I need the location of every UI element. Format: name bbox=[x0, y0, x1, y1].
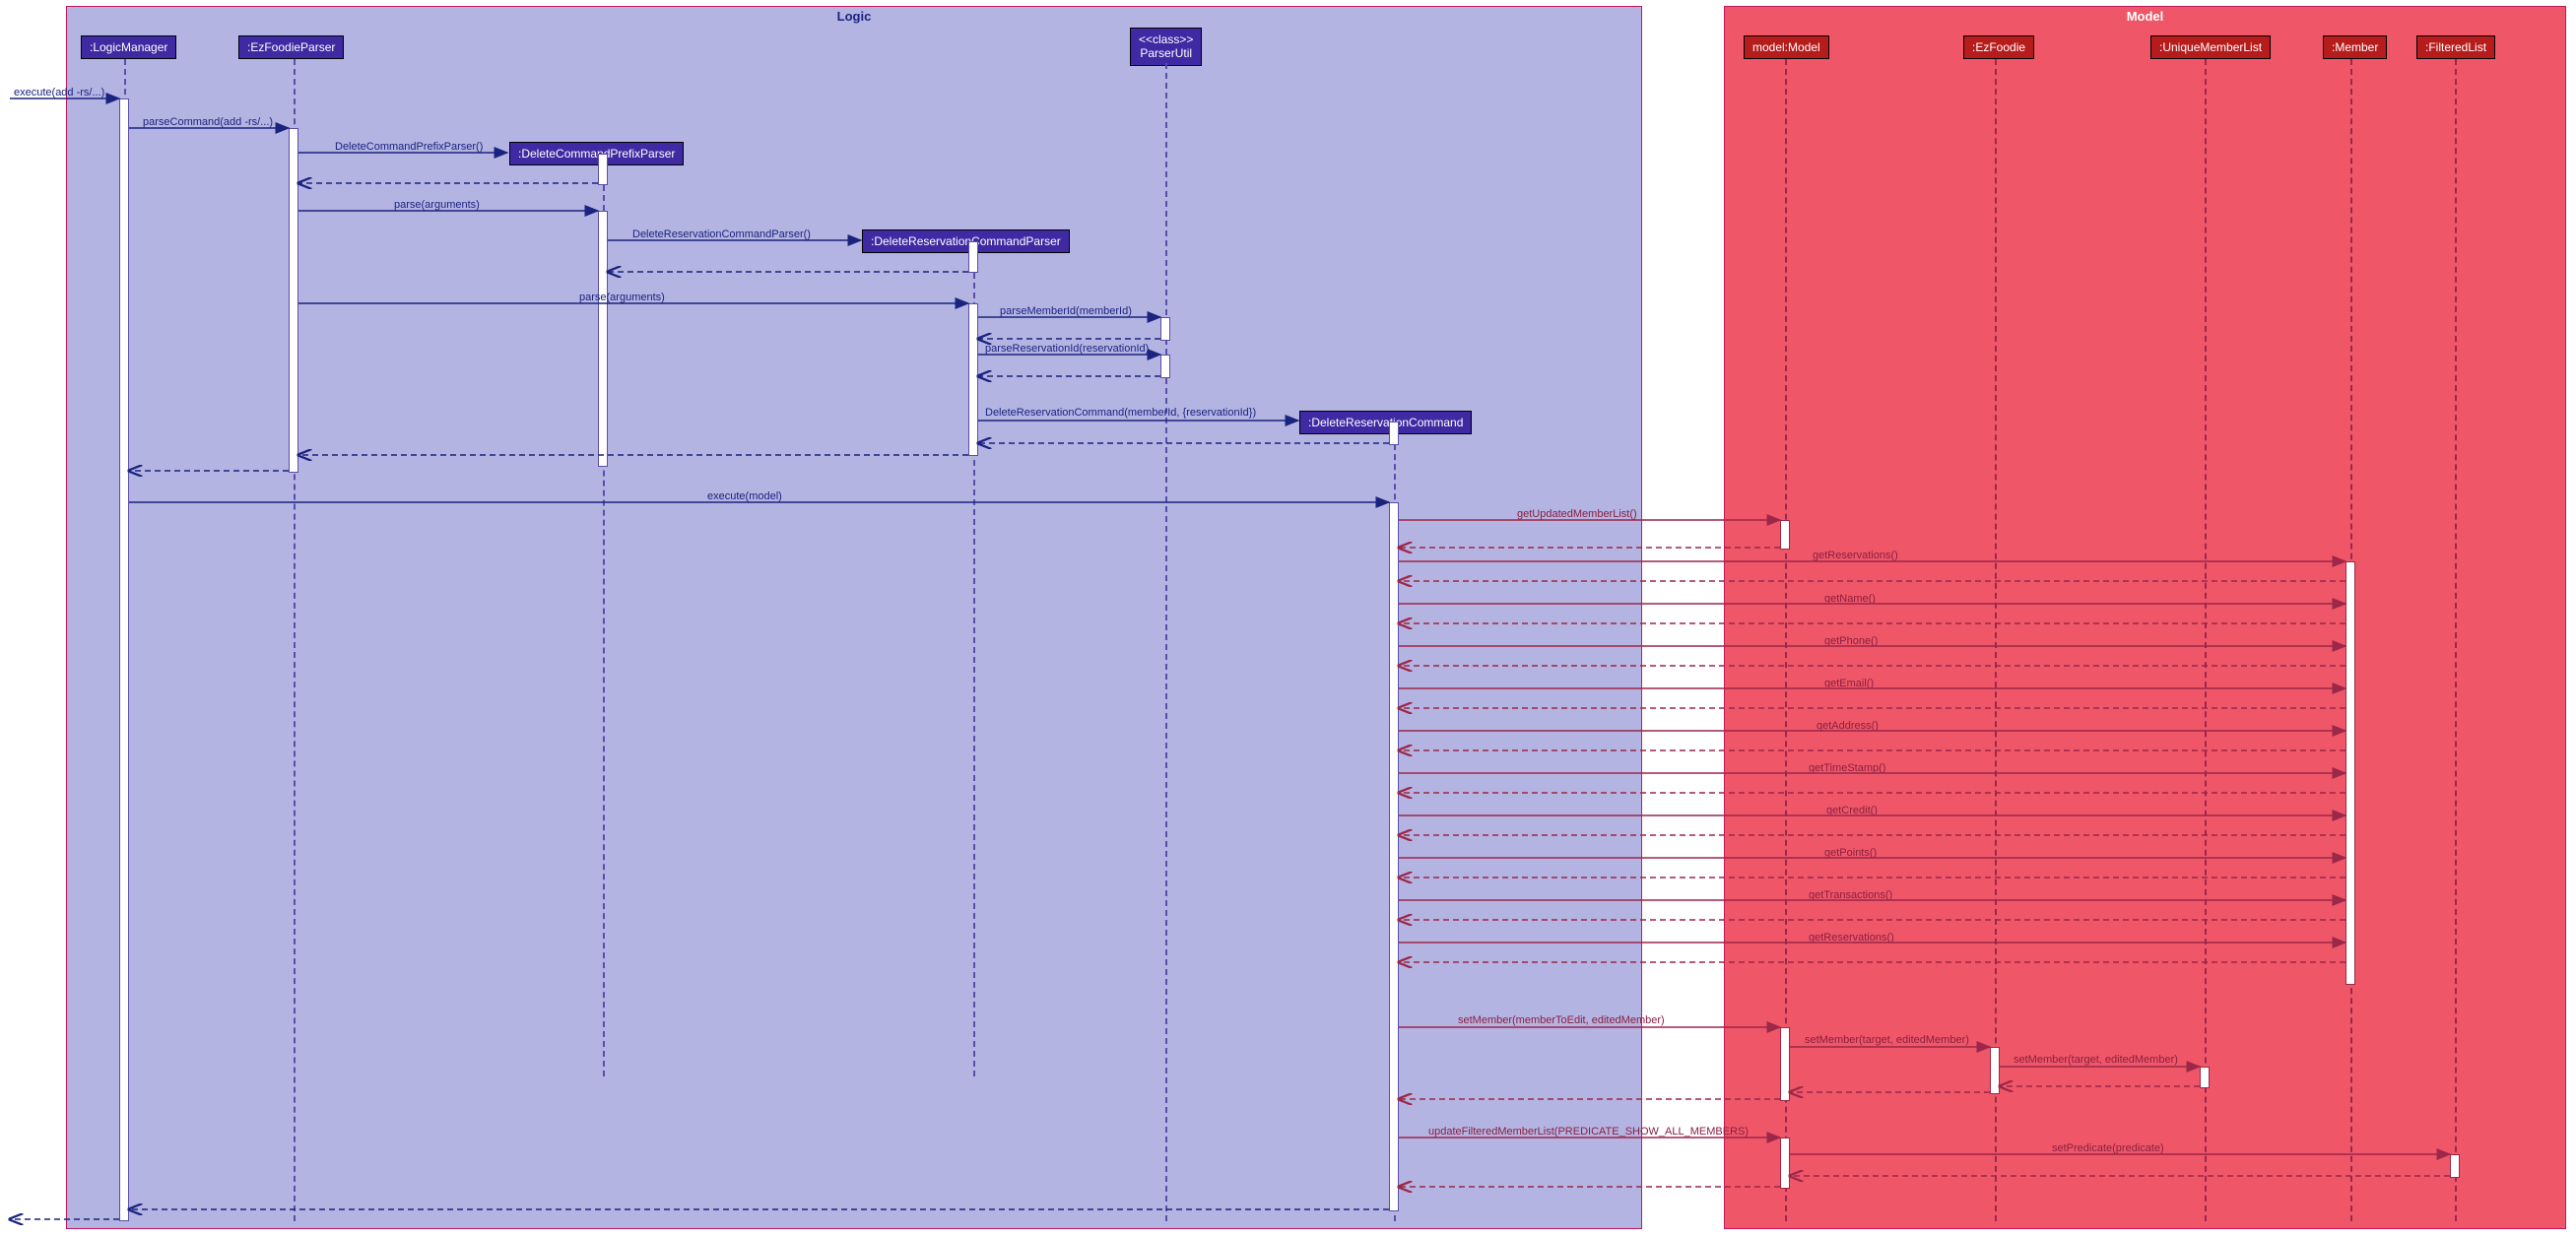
msg-delete-res-cmd: DeleteReservationCommand(memberId, {rese… bbox=[985, 407, 1256, 419]
msg-parse-reservation-id: parseReservationId(reservationId) bbox=[985, 343, 1149, 355]
activation-model-3 bbox=[1780, 1138, 1790, 1189]
msg-set-predicate: setPredicate(predicate) bbox=[2052, 1142, 2164, 1154]
activation-delete-res-cmd-parser-2 bbox=[968, 303, 978, 456]
participant-delete-cmd-prefix-parser: :DeleteCommandPrefixParser bbox=[509, 142, 684, 165]
msg-get-phone: getPhone() bbox=[1824, 635, 1878, 647]
lifeline-filtered-list bbox=[2455, 59, 2457, 1221]
participant-filtered-list: :FilteredList bbox=[2416, 35, 2495, 59]
participant-member: :Member bbox=[2323, 35, 2387, 59]
msg-get-updated-member-list: getUpdatedMemberList() bbox=[1517, 508, 1637, 520]
participant-ezfoodie: :EzFoodie bbox=[1963, 35, 2034, 59]
participant-unique-member-list: :UniqueMemberList bbox=[2150, 35, 2271, 59]
msg-update-filtered-member-list: updateFilteredMemberList(PREDICATE_SHOW_… bbox=[1428, 1126, 1749, 1138]
activation-delete-res-cmd-2 bbox=[1389, 502, 1399, 1211]
participant-model: model:Model bbox=[1744, 35, 1829, 59]
msg-get-name: getName() bbox=[1824, 593, 1876, 605]
msg-get-email: getEmail() bbox=[1824, 678, 1874, 689]
activation-parser-util-1 bbox=[1160, 317, 1170, 341]
activation-unique-member-list bbox=[2200, 1067, 2210, 1088]
msg-parse-member-id: parseMemberId(memberId) bbox=[1000, 305, 1132, 317]
frame-model-title: Model bbox=[2127, 9, 2164, 24]
activation-delete-res-cmd-parser-1 bbox=[968, 241, 978, 273]
participant-ezfoodie-parser: :EzFoodieParser bbox=[238, 35, 344, 59]
msg-set-member1: setMember(memberToEdit, editedMember) bbox=[1458, 1014, 1665, 1026]
activation-model-1 bbox=[1780, 520, 1790, 550]
participant-parser-util: <<class>> ParserUtil bbox=[1130, 28, 1202, 66]
msg-get-transactions: getTransactions() bbox=[1809, 889, 1892, 901]
activation-delete-cmd-prefix-parser-1 bbox=[598, 154, 608, 185]
msg-get-address: getAddress() bbox=[1816, 720, 1879, 732]
activation-filtered-list bbox=[2450, 1154, 2460, 1178]
msg-get-points: getPoints() bbox=[1824, 847, 1877, 859]
activation-delete-cmd-prefix-parser-2 bbox=[598, 211, 608, 467]
msg-execute1: execute(add -rs/...) bbox=[14, 87, 104, 98]
activation-ezfoodie bbox=[1990, 1047, 2000, 1094]
activation-logic-manager bbox=[119, 98, 129, 1221]
msg-set-member3: setMember(target, editedMember) bbox=[2014, 1054, 2178, 1066]
msg-parse-args1: parse(arguments) bbox=[394, 199, 480, 211]
frame-logic: Logic bbox=[66, 6, 1642, 1229]
msg-parse-command: parseCommand(add -rs/...) bbox=[143, 116, 273, 128]
msg-execute-model: execute(model) bbox=[707, 490, 782, 502]
msg-get-reservations1: getReservations() bbox=[1813, 550, 1898, 561]
msg-get-reservations2: getReservations() bbox=[1809, 932, 1894, 943]
participant-delete-res-cmd-parser: :DeleteReservationCommandParser bbox=[862, 229, 1070, 253]
sequence-diagram: Logic Model :LogicManager :EzFoodieParse… bbox=[0, 0, 2576, 1236]
lifeline-parser-util bbox=[1165, 63, 1167, 1221]
participant-parser-util-name: ParserUtil bbox=[1140, 46, 1192, 60]
activation-ezfoodie-parser bbox=[289, 128, 298, 473]
lifeline-unique-member-list bbox=[2205, 59, 2207, 1221]
participant-parser-util-stereo: <<class>> bbox=[1139, 33, 1193, 46]
msg-get-timestamp: getTimeStamp() bbox=[1809, 762, 1885, 774]
participant-logic-manager: :LogicManager bbox=[81, 35, 176, 59]
activation-parser-util-2 bbox=[1160, 355, 1170, 378]
frame-logic-title: Logic bbox=[837, 9, 872, 24]
msg-delete-cmd-prefix-parser: DeleteCommandPrefixParser() bbox=[335, 141, 483, 153]
msg-delete-res-cmd-parser: DeleteReservationCommandParser() bbox=[632, 228, 811, 240]
activation-model-2 bbox=[1780, 1027, 1790, 1101]
activation-delete-res-cmd-1 bbox=[1389, 422, 1399, 445]
msg-parse-args2: parse(arguments) bbox=[579, 292, 665, 303]
participant-delete-res-cmd: :DeleteReservationCommand bbox=[1299, 411, 1472, 434]
activation-member bbox=[2345, 561, 2355, 985]
msg-set-member2: setMember(target, editedMember) bbox=[1805, 1034, 1969, 1046]
msg-get-credit: getCredit() bbox=[1826, 805, 1878, 816]
